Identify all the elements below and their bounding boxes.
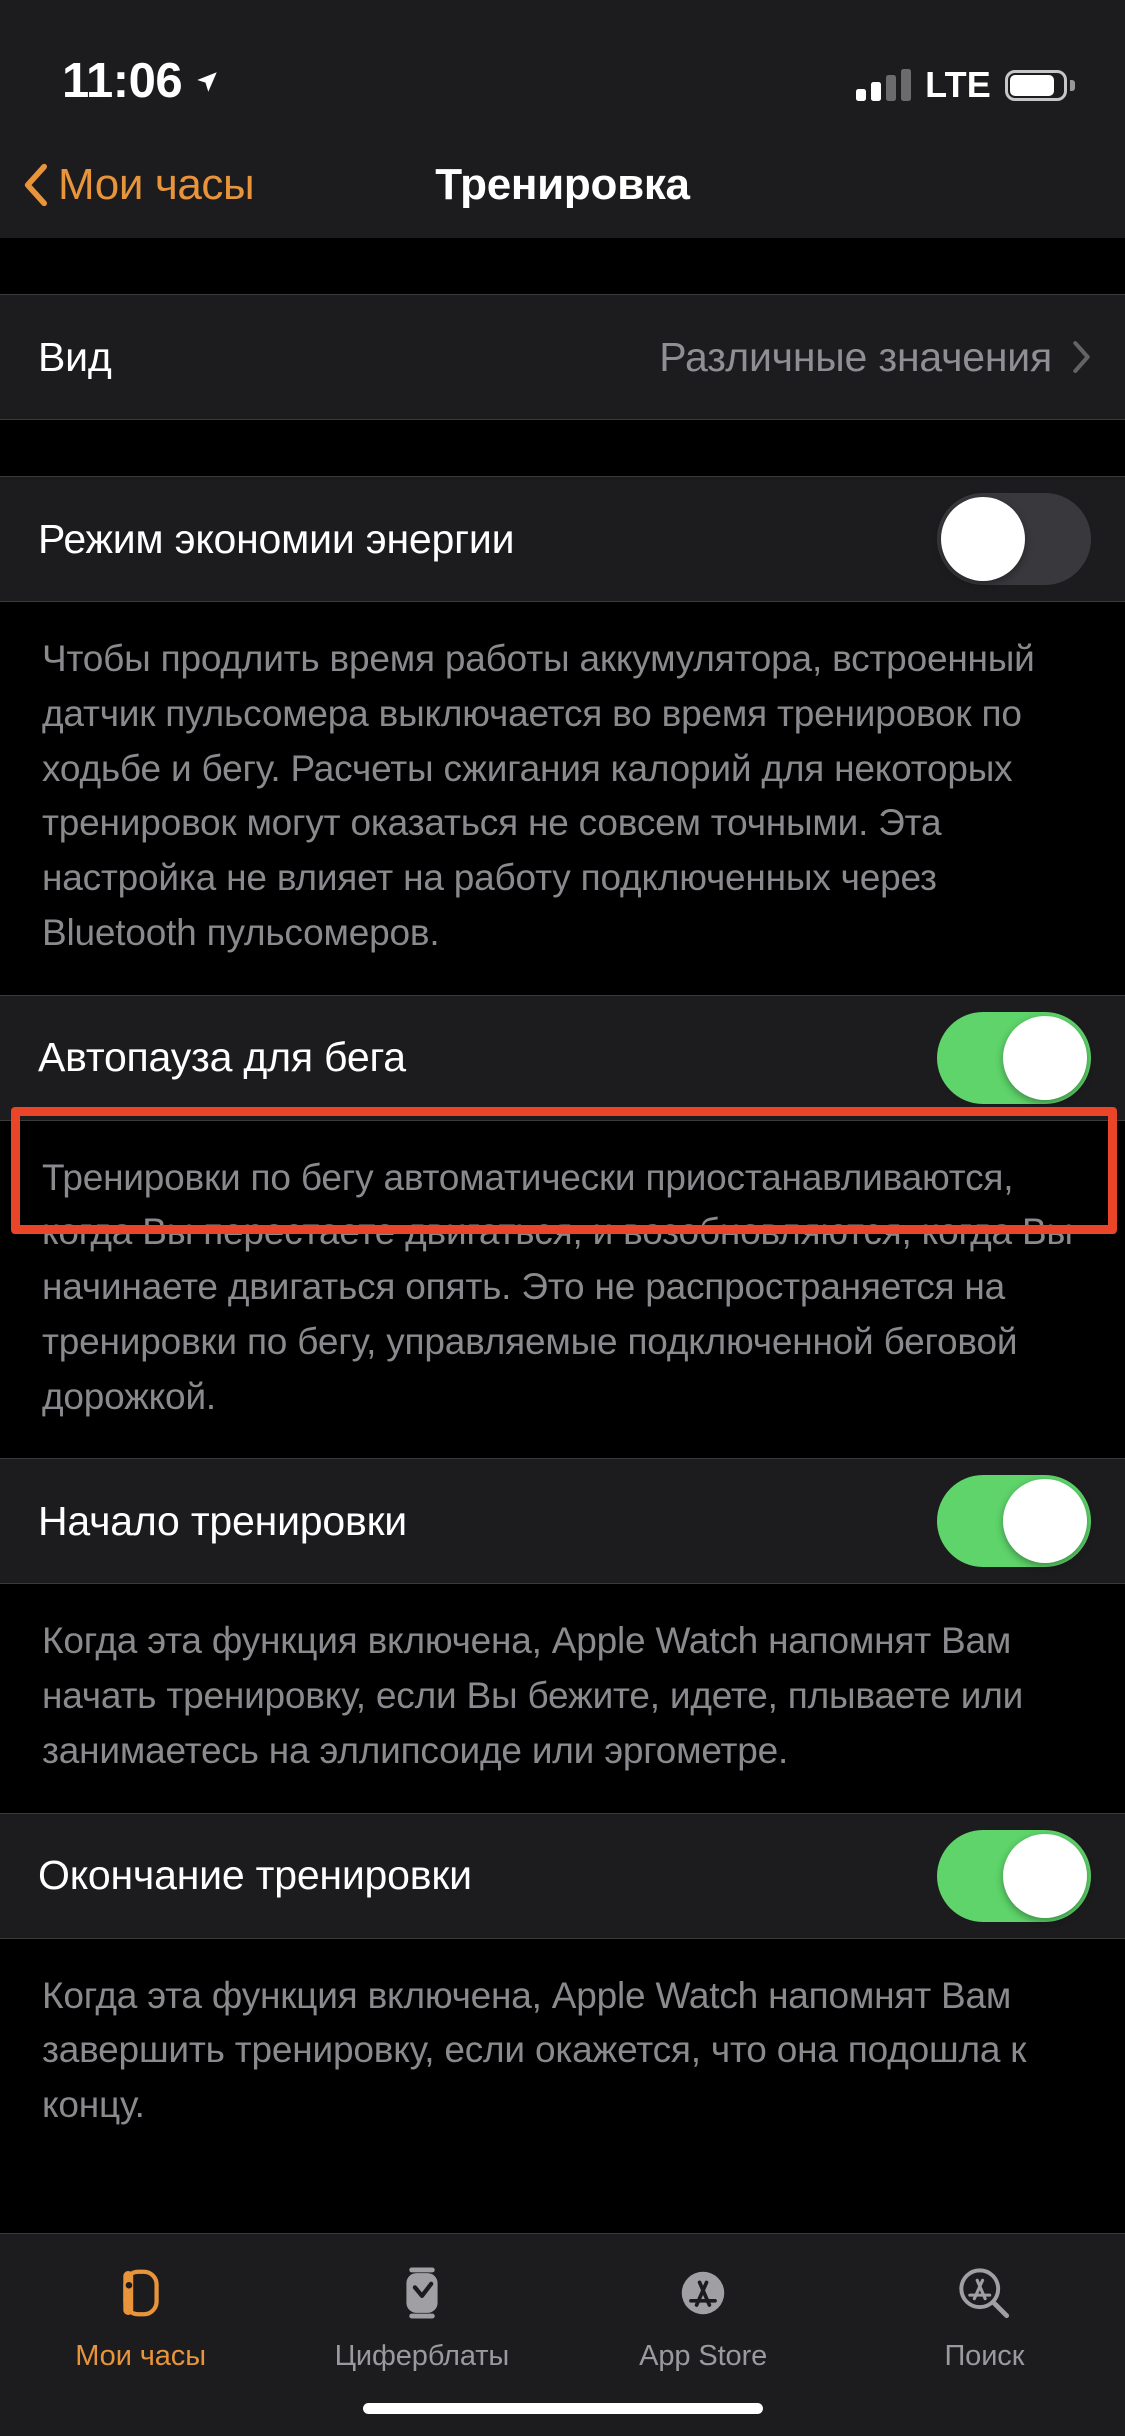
chevron-left-icon [24,163,48,207]
watch-face-icon [385,2256,459,2330]
carrier-tech-label: LTE [925,64,991,105]
app-store-filled-icon [666,2256,740,2330]
status-bar: 11:06 LTE [0,0,1125,132]
row-view-right: Различные значения [659,334,1091,381]
tab-search-label: Поиск [944,2340,1025,2372]
row-view[interactable]: Вид Различные значения [0,295,1125,419]
row-workout-end-label: Окончание тренировки [38,1852,472,1898]
view-section: Вид Различные значения [0,294,1125,420]
auto-pause-section: Автопауза для бега [0,994,1125,1121]
tab-my-watch-label: Мои часы [75,2340,206,2372]
location-arrow-icon [197,71,217,92]
row-power-saving-label: Режим экономии энергии [38,515,515,562]
app-store-search-icon [947,2256,1021,2330]
settings-list: Вид Различные значения Режим экономии эн… [0,238,1125,2233]
tab-my-watch[interactable]: Мои часы [0,2256,281,2373]
chevron-right-icon [1073,341,1090,373]
workout-start-section: Начало тренировки [0,1458,1125,1585]
status-bar-clock: 11:06 [62,54,183,108]
tab-app-store-label: App Store [639,2340,768,2372]
apple-watch-icon [104,2256,178,2330]
section-spacer [0,420,1125,476]
status-bar-left: 11:06 [62,57,220,106]
power-saving-section: Режим экономии энергии [0,476,1125,602]
cellular-signal-icon [856,69,912,101]
row-workout-start[interactable]: Начало тренировки [0,1459,1125,1584]
row-view-label: Вид [38,333,112,380]
workout-start-toggle[interactable] [937,1475,1091,1568]
status-bar-right: LTE [856,64,1075,106]
row-workout-start-label: Начало тренировки [38,1497,408,1544]
section-spacer [0,238,1125,294]
tab-app-store[interactable]: App Store [563,2256,844,2373]
toggle-knob [1003,1479,1087,1564]
iphone-screen: 11:06 LTE Мои часы Тренировка Вид Различ… [0,0,1125,2436]
row-view-value: Различные значения [659,333,1052,380]
workout-end-toggle[interactable] [937,1829,1091,1922]
tab-watch-faces[interactable]: Циферблаты [281,2256,562,2373]
workout-end-section: Окончание тренировки [0,1812,1125,1939]
row-workout-end[interactable]: Окончание тренировки [0,1813,1125,1938]
auto-pause-footer: Тренировки по бегу автоматически приоста… [0,1120,1125,1459]
row-auto-pause-label: Автопауза для бега [38,1034,406,1080]
back-button-label: Мои часы [58,160,255,209]
navigation-bar: Мои часы Тренировка [0,132,1125,238]
auto-pause-toggle[interactable] [937,1011,1091,1104]
power-saving-footer: Чтобы продлить время работы аккумулятора… [0,602,1125,995]
home-indicator[interactable] [362,2403,763,2414]
row-auto-pause[interactable]: Автопауза для бега [0,995,1125,1120]
battery-icon [1005,69,1075,101]
toggle-knob [1003,1833,1087,1918]
power-saving-toggle[interactable] [937,493,1091,585]
workout-end-footer: Когда эта функция включена, Apple Watch … [0,1938,1125,2167]
toggle-knob [1003,1015,1087,1100]
tab-watch-faces-label: Циферблаты [334,2340,510,2372]
back-button[interactable]: Мои часы [0,160,255,210]
row-power-saving[interactable]: Режим экономии энергии [0,477,1125,601]
tab-search[interactable]: Поиск [844,2256,1125,2373]
workout-start-footer: Когда эта функция включена, Apple Watch … [0,1584,1125,1813]
toggle-knob [941,497,1025,581]
